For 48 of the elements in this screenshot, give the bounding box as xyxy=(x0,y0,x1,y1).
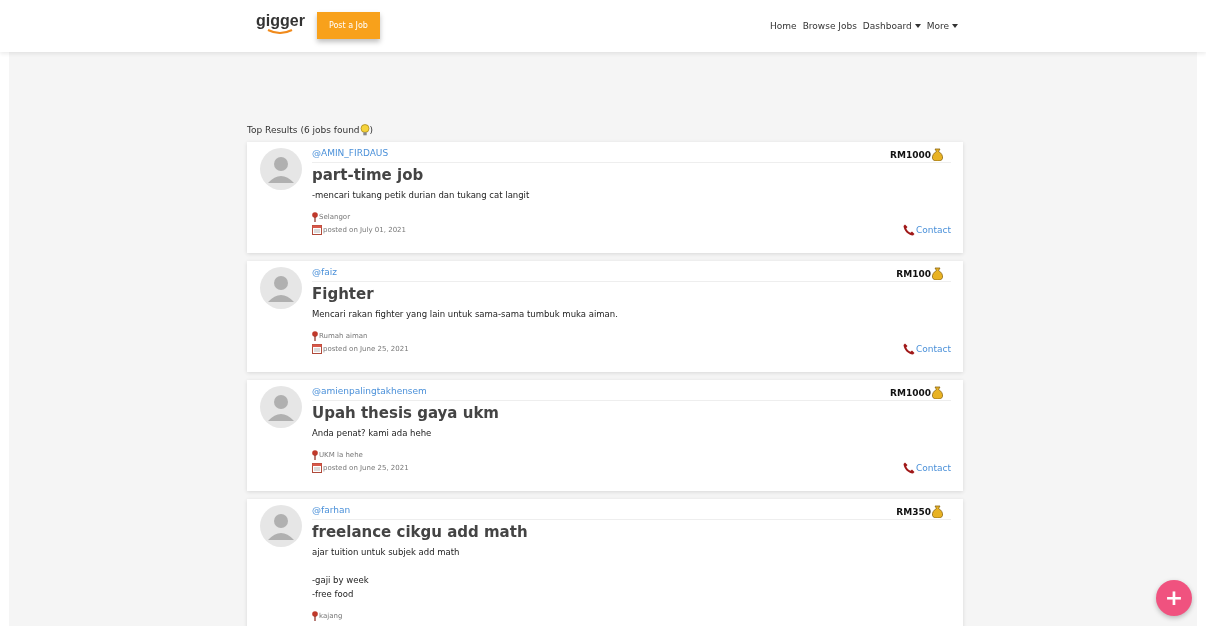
nav-link[interactable]: Dashboard xyxy=(862,21,921,31)
avatar-icon xyxy=(260,386,302,428)
pin-icon xyxy=(312,449,318,460)
nav-link[interactable]: Browse Jobs xyxy=(802,21,857,31)
caret-icon xyxy=(914,24,921,28)
pin-icon xyxy=(312,610,318,621)
caret-icon xyxy=(952,24,958,28)
nav-link[interactable]: Home xyxy=(770,21,797,31)
job-title: freelance cikgu add math xyxy=(312,523,529,541)
username-link[interactable]: @farhan xyxy=(312,505,351,518)
job-title: part-time job xyxy=(312,166,425,184)
job-description: Mencari rakan fighter yang lain untuk sama-sama tumbuk muka aiman. xyxy=(312,308,619,321)
pin-icon xyxy=(312,330,318,341)
contact-link[interactable]: Contact xyxy=(903,343,951,355)
avatar-icon xyxy=(260,148,302,190)
pin-icon xyxy=(312,211,318,222)
avatar-icon xyxy=(260,505,302,547)
nav-link[interactable]: More xyxy=(926,21,958,31)
money-bag-icon xyxy=(932,505,943,518)
calendar-icon xyxy=(312,224,322,235)
calendar-icon xyxy=(312,462,322,473)
job-description: -mencari tukang petik durian dan tukang cat langit xyxy=(312,189,531,202)
contact-link[interactable]: Contact xyxy=(903,462,951,474)
money-bag-icon xyxy=(932,148,943,161)
job-title: Upah thesis gaya ukm xyxy=(312,404,500,422)
phone-icon xyxy=(903,343,915,355)
results-heading-end: ) xyxy=(369,125,374,135)
job-title: Fighter xyxy=(312,285,375,303)
price-text: RM100 xyxy=(896,268,931,279)
username-link[interactable]: @amienpalingtakhensem xyxy=(312,386,427,399)
job-description: Anda penat? kami ada hehe xyxy=(312,427,433,440)
logo-text[interactable]: gigger xyxy=(256,12,305,29)
username-link[interactable]: @faiz xyxy=(312,267,337,280)
lightbulb-icon xyxy=(359,124,370,136)
phone-icon xyxy=(903,462,915,474)
price-text: RM1000 xyxy=(890,387,931,398)
calendar-icon xyxy=(312,343,322,354)
smile-icon xyxy=(267,28,294,34)
job-description: ajar tuition untuk subjek add math -gaji by week -free food xyxy=(312,546,461,601)
price-text: RM350 xyxy=(896,506,931,517)
price-text: RM1000 xyxy=(890,149,931,160)
avatar-icon xyxy=(260,267,302,309)
results-heading: Top Results (6 jobs found xyxy=(247,125,360,135)
money-bag-icon xyxy=(932,386,943,399)
contact-link[interactable]: Contact xyxy=(903,224,951,236)
money-bag-icon xyxy=(932,267,943,280)
username-link[interactable]: @AMIN_FIRDAUS xyxy=(312,148,389,161)
phone-icon xyxy=(903,224,915,236)
